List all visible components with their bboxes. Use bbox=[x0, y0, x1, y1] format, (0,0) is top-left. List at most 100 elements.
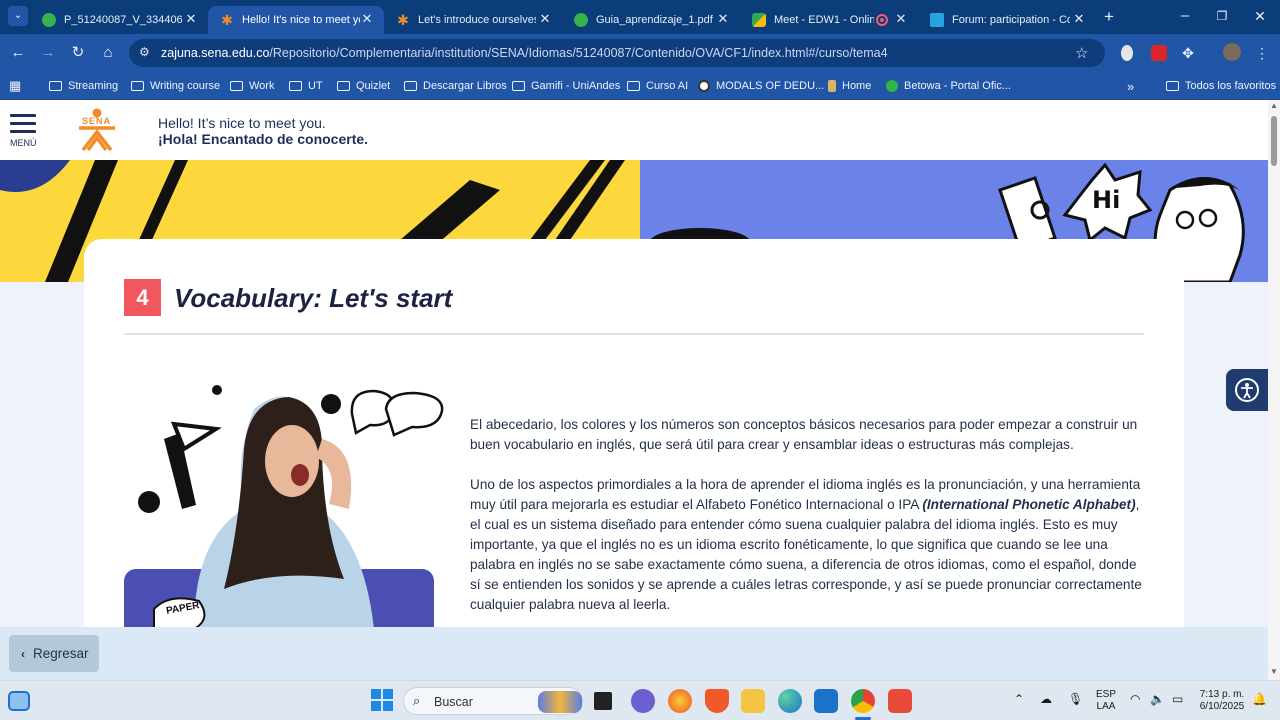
scrollbar-thumb[interactable] bbox=[1271, 116, 1277, 166]
scroll-up-icon[interactable]: ▲ bbox=[1270, 102, 1278, 110]
url-text: zajuna.sena.edu.co/Repositorio/Complemen… bbox=[161, 46, 888, 60]
restore-button[interactable]: ❐ bbox=[1212, 6, 1232, 26]
scroll-down-icon[interactable]: ▼ bbox=[1270, 668, 1278, 676]
bookmark-item[interactable]: Quizlet bbox=[337, 78, 390, 94]
tab-item[interactable]: P_51240087_V_3344066_R ✕ bbox=[30, 6, 208, 34]
menu-icon[interactable] bbox=[10, 114, 36, 138]
bookmarks-bar: ▦ Streaming Writing course Work UT Quizl… bbox=[0, 72, 1280, 100]
home-icon[interactable]: ⌂ bbox=[98, 43, 118, 63]
bookmark-item[interactable]: Work bbox=[230, 78, 274, 94]
all-bookmarks-item[interactable]: Todos los favoritos bbox=[1166, 78, 1276, 94]
apps-grid-icon[interactable]: ▦ bbox=[9, 78, 21, 94]
battery-icon[interactable]: ▭ bbox=[1172, 693, 1183, 705]
address-bar[interactable]: ⚙ zajuna.sena.edu.co/Repositorio/Complem… bbox=[129, 39, 1105, 67]
intro-paragraph: El abecedario, los colores y los números… bbox=[470, 417, 1138, 452]
bookmark-label: UT bbox=[308, 80, 323, 92]
reload-icon[interactable]: ↻ bbox=[68, 43, 88, 63]
edge-icon[interactable] bbox=[778, 689, 802, 713]
puzzle-icon[interactable]: ✥ bbox=[1178, 43, 1198, 63]
teams-chat-icon[interactable] bbox=[631, 689, 655, 713]
language-line1: ESP bbox=[1095, 689, 1116, 700]
site-info-icon[interactable]: ⚙ bbox=[139, 45, 150, 59]
section-number-badge: 4 bbox=[124, 279, 161, 316]
bookmarks-overflow-icon[interactable]: » bbox=[1127, 78, 1134, 94]
volume-icon[interactable]: 🔈 bbox=[1150, 693, 1165, 705]
bookmark-item[interactable]: MODALS OF DEDU... bbox=[698, 78, 824, 94]
close-icon[interactable]: ✕ bbox=[538, 12, 552, 26]
back-button[interactable]: ‹ Regresar bbox=[9, 635, 99, 672]
tab-item[interactable]: Forum: participation - Cor ✕ bbox=[918, 6, 1096, 34]
recording-icon bbox=[876, 14, 888, 26]
tab-title: Forum: participation - Cor bbox=[952, 14, 1070, 26]
bookmark-label: Home bbox=[842, 80, 872, 92]
microphone-icon[interactable]: 🎙 bbox=[1068, 693, 1083, 705]
menu-label[interactable]: MENÚ bbox=[10, 138, 37, 148]
bookmark-item[interactable]: Curso AI bbox=[627, 78, 688, 94]
bottom-navigation-bar: ‹ Regresar bbox=[0, 627, 1268, 680]
bookmark-item[interactable]: Writing course bbox=[131, 78, 220, 94]
extension-icon[interactable] bbox=[1121, 45, 1133, 61]
close-icon[interactable]: ✕ bbox=[716, 12, 730, 26]
bookmark-label: Descargar Libros bbox=[423, 80, 507, 92]
tab-title: Guia_aprendizaje_1.pdf bbox=[596, 14, 713, 26]
profile-avatar[interactable] bbox=[1223, 43, 1241, 61]
bookmark-item[interactable]: Gamifi - UniAndes bbox=[512, 78, 620, 94]
onedrive-icon[interactable]: ☁ bbox=[1040, 693, 1052, 705]
close-icon[interactable]: ✕ bbox=[1072, 12, 1086, 26]
tab-item[interactable]: Meet - EDW1 - Online ✕ bbox=[740, 6, 918, 34]
store-icon[interactable] bbox=[814, 689, 838, 713]
close-window-button[interactable]: ✕ bbox=[1250, 6, 1270, 26]
site-icon bbox=[886, 80, 898, 92]
bookmark-item[interactable]: Betowa - Portal Ofic... bbox=[886, 78, 1011, 94]
tray-overflow-icon[interactable]: ⌃ bbox=[1014, 693, 1024, 705]
sena-logo[interactable]: SENA bbox=[74, 108, 120, 152]
divider bbox=[124, 333, 1144, 335]
start-icon[interactable] bbox=[371, 689, 395, 713]
woman-shouting-illustration: PAPER bbox=[124, 379, 454, 627]
tab-item-active[interactable]: ✱ Hello! It's nice to meet you ✕ bbox=[208, 6, 384, 34]
hero-bubble-text: Hi bbox=[1092, 186, 1121, 214]
bookmark-label: Streaming bbox=[68, 80, 119, 92]
close-icon[interactable]: ✕ bbox=[360, 12, 374, 26]
clock[interactable]: 7:13 p. m. 6/10/2025 bbox=[1194, 689, 1250, 713]
wifi-icon[interactable]: ◠ bbox=[1130, 693, 1140, 705]
tab-search-button[interactable]: ⌄ bbox=[8, 6, 28, 26]
more-options-icon[interactable]: ⋮ bbox=[1252, 43, 1272, 63]
taskbar-search[interactable]: ⌕ Buscar bbox=[403, 687, 583, 715]
tab-item[interactable]: Guia_aprendizaje_1.pdf ✕ bbox=[562, 6, 740, 34]
accessibility-button[interactable] bbox=[1226, 369, 1268, 411]
minimize-button[interactable]: – bbox=[1175, 6, 1195, 26]
task-view-icon[interactable] bbox=[594, 692, 612, 710]
bookmark-item[interactable]: Home bbox=[828, 78, 871, 94]
bookmark-item[interactable]: UT bbox=[289, 78, 323, 94]
tab-item[interactable]: ✱ Let's introduce ourselves! ✕ bbox=[384, 6, 562, 34]
canva-app-icon[interactable] bbox=[888, 689, 912, 713]
back-arrow-icon[interactable]: ← bbox=[8, 43, 28, 63]
bookmark-label: Writing course bbox=[150, 80, 221, 92]
bookmark-label: Work bbox=[249, 80, 275, 92]
search-icon: ⌕ bbox=[413, 693, 421, 708]
firefox-icon[interactable] bbox=[668, 689, 692, 713]
forward-arrow-icon[interactable]: → bbox=[38, 43, 58, 63]
sena-green-icon bbox=[574, 13, 588, 27]
close-icon[interactable]: ✕ bbox=[894, 12, 908, 26]
widgets-icon[interactable] bbox=[8, 691, 30, 711]
clock-date: 6/10/2025 bbox=[1199, 701, 1245, 712]
folder-icon bbox=[230, 81, 243, 91]
brave-icon[interactable] bbox=[705, 689, 729, 713]
bookmark-item[interactable]: Streaming bbox=[49, 78, 118, 94]
bookmark-item[interactable]: Descargar Libros bbox=[404, 78, 507, 94]
folder-icon bbox=[49, 81, 62, 91]
bookmark-star-icon[interactable]: ☆ bbox=[1075, 44, 1088, 62]
file-explorer-icon[interactable] bbox=[741, 689, 765, 713]
page-scrollbar[interactable]: ▲ ▼ bbox=[1268, 100, 1280, 680]
close-icon[interactable]: ✕ bbox=[184, 12, 198, 26]
pdf-extension-icon[interactable] bbox=[1151, 45, 1167, 61]
site-icon bbox=[828, 80, 836, 92]
ipa-term: (International Phonetic Alphabet) bbox=[922, 497, 1136, 512]
language-indicator[interactable]: ESP LAA bbox=[1094, 689, 1118, 713]
ipa-paragraph: Uno de los aspectos primordiales a la ho… bbox=[470, 475, 1146, 615]
notification-bell-icon[interactable]: 🔔 bbox=[1252, 693, 1267, 705]
new-tab-button[interactable]: + bbox=[1099, 7, 1119, 27]
chrome-icon[interactable] bbox=[851, 689, 875, 713]
